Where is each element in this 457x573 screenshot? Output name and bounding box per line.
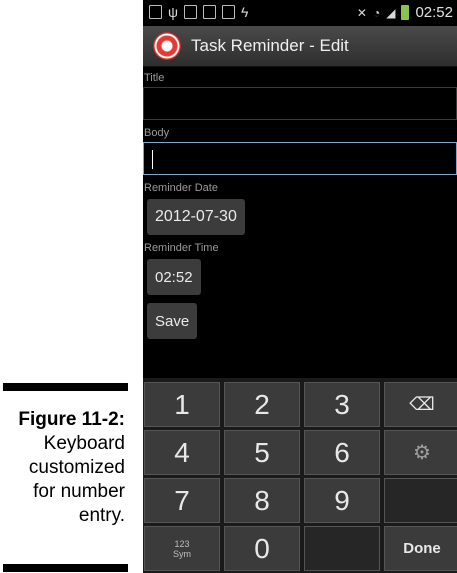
caption-line-3: for number (33, 481, 125, 502)
key-2[interactable]: 2 (224, 382, 300, 427)
symbols-key-bottom: Sym (173, 548, 191, 559)
clock: 02:52 (415, 4, 453, 21)
key-6[interactable]: 6 (304, 430, 380, 475)
phone-screen: ψ ϟ ✕ ◔ ◢ 02:52 Task Reminder - Edit Tit… (143, 0, 457, 573)
battery-icon (401, 5, 410, 20)
settings-key[interactable]: ⚙ (384, 430, 457, 475)
title-label: Title (144, 72, 165, 84)
text-cursor (152, 150, 153, 169)
caption-line-4: entry. (78, 505, 125, 526)
body-label: Body (144, 127, 170, 139)
key-0[interactable]: 0 (224, 526, 300, 571)
done-key[interactable]: Done (384, 526, 457, 571)
reminder-time-button[interactable]: 02:52 (147, 259, 201, 295)
usb-icon: ψ (168, 4, 178, 20)
caption-line-1: Keyboard (43, 433, 125, 454)
key-8[interactable]: 8 (224, 478, 300, 523)
key-1[interactable]: 1 (144, 382, 220, 427)
alarm-app-icon (153, 32, 181, 60)
figure-caption: Figure 11-2: Keyboard customized for num… (3, 408, 125, 528)
app-title-bar: Task Reminder - Edit (143, 26, 457, 67)
reminder-time-label: Reminder Time (144, 242, 219, 254)
body-field[interactable] (143, 142, 457, 175)
download-icon (202, 5, 216, 19)
numeric-keyboard: 1 2 3 ⌫ 4 5 6 ⚙ 7 8 9 123 Sym 0 Done (143, 378, 457, 573)
mute-icon: ✕ (356, 5, 367, 20)
key-7[interactable]: 7 (144, 478, 220, 523)
caption-line-2: customized (28, 457, 125, 478)
debug-icon: ϟ (240, 4, 249, 20)
sd-card-icon (183, 5, 197, 19)
wifi-icon: ◔ (372, 5, 381, 20)
backspace-icon: ⌫ (409, 394, 435, 414)
key-9[interactable]: 9 (304, 478, 380, 523)
status-bar: ψ ϟ ✕ ◔ ◢ 02:52 (143, 0, 457, 26)
symbols-key[interactable]: 123 Sym (144, 526, 220, 571)
title-field[interactable] (143, 87, 457, 120)
notification-icons: ψ ϟ (149, 4, 248, 20)
symbols-key-top: 123 (174, 538, 190, 549)
key-3[interactable]: 3 (304, 382, 380, 427)
app-title: Task Reminder - Edit (191, 36, 349, 55)
signal-icon: ◢ (386, 5, 396, 20)
key-4[interactable]: 4 (144, 430, 220, 475)
gear-icon: ⚙ (413, 442, 431, 464)
keyboard-notification-icon (149, 5, 162, 19)
blank-key[interactable] (384, 478, 457, 523)
save-button[interactable]: Save (147, 303, 198, 339)
caption-top-rule (3, 383, 128, 391)
caption-bottom-rule (3, 564, 128, 572)
caption-title: Figure 11-2: (18, 409, 125, 430)
reminder-date-label: Reminder Date (144, 182, 218, 194)
space-key[interactable] (304, 526, 380, 571)
reminder-date-button[interactable]: 2012-07-30 (147, 199, 245, 235)
backspace-key[interactable]: ⌫ (384, 382, 457, 427)
system-icons: ✕ ◔ ◢ 02:52 (357, 4, 453, 21)
key-5[interactable]: 5 (224, 430, 300, 475)
talk-icon (221, 5, 235, 19)
